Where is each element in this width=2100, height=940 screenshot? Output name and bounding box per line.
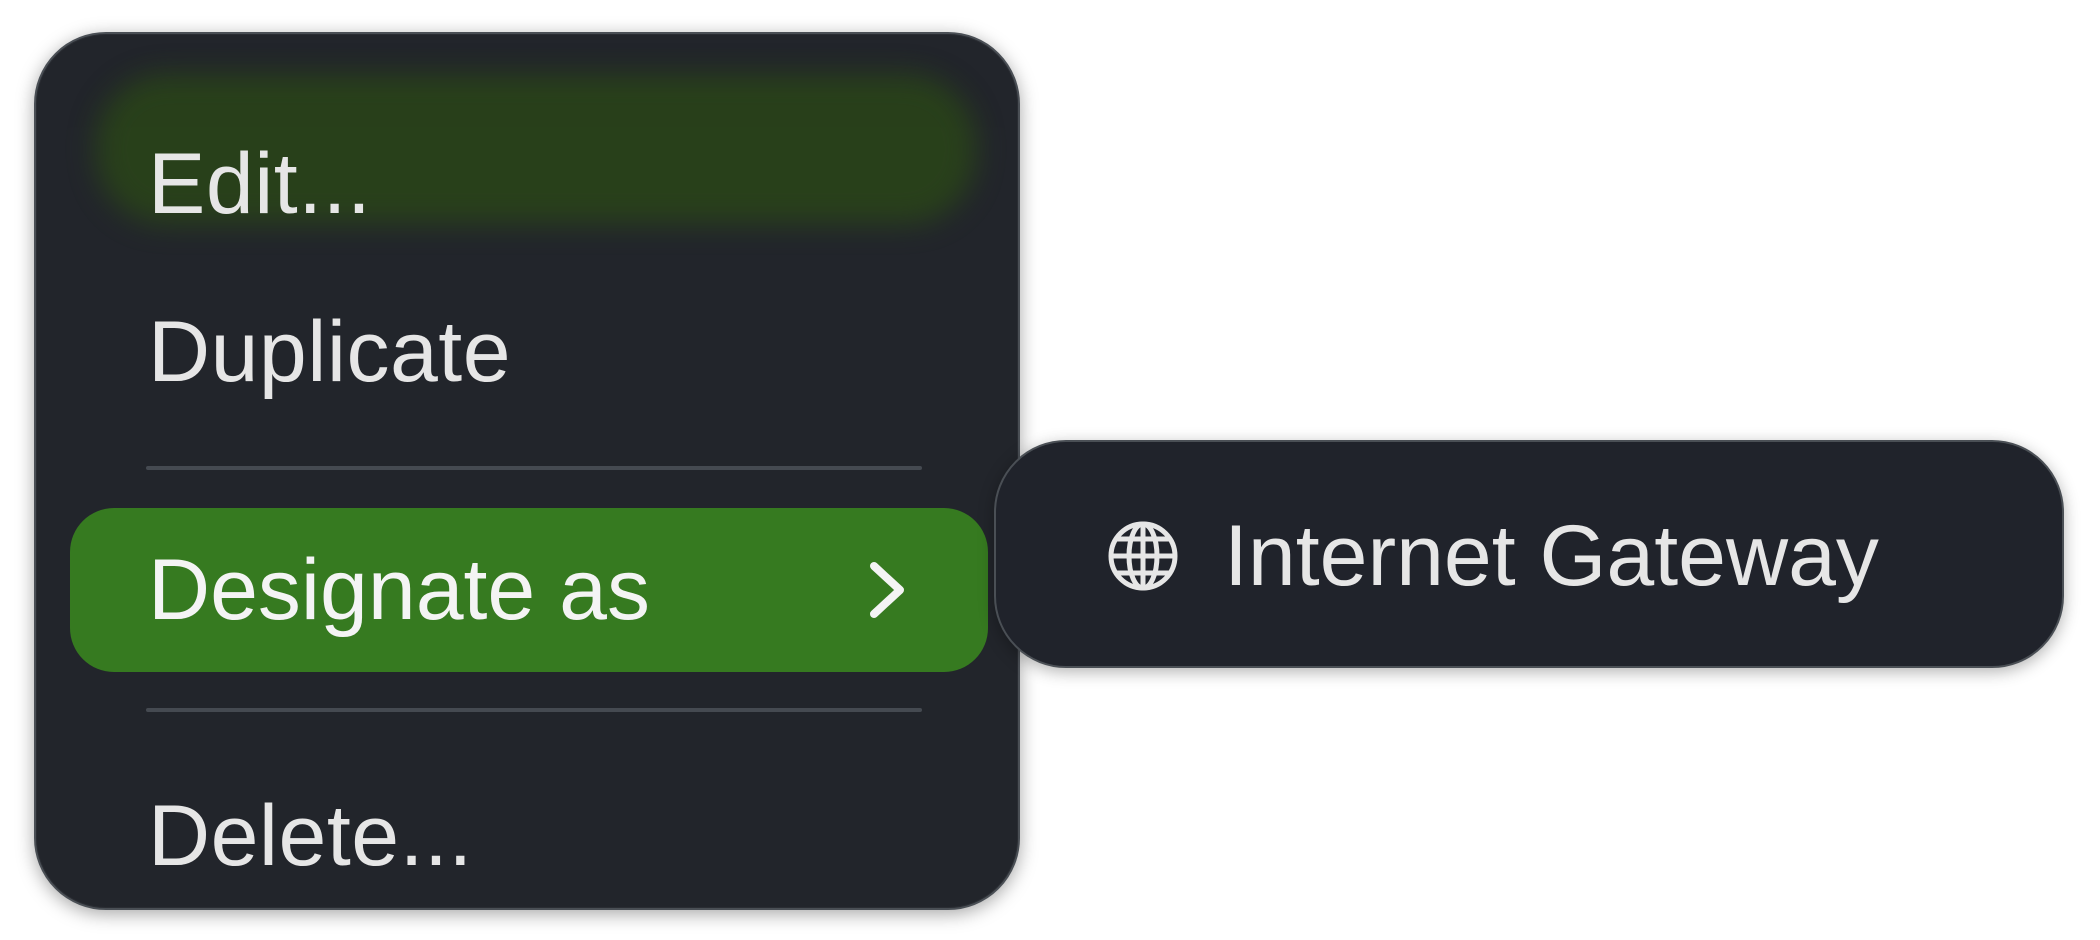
menu-item-edit[interactable]: Edit... [36,134,1018,234]
chevron-right-icon [870,562,904,618]
menu-separator [146,708,922,712]
menu-item-duplicate[interactable]: Duplicate [36,302,1018,402]
menu-item-designate-as[interactable]: Designate as [70,508,988,672]
submenu-item-internet-gateway[interactable]: Internet Gateway [1106,506,1879,606]
menu-item-designate-as-label: Designate as [148,542,650,638]
menu-item-delete[interactable]: Delete... [36,786,1018,886]
globe-icon [1108,521,1178,591]
context-menu: Edit... Duplicate Designate as Delete... [34,32,1020,910]
menu-separator [146,466,922,470]
submenu-item-label: Internet Gateway [1224,507,1879,604]
designate-as-submenu: Internet Gateway [994,440,2064,668]
